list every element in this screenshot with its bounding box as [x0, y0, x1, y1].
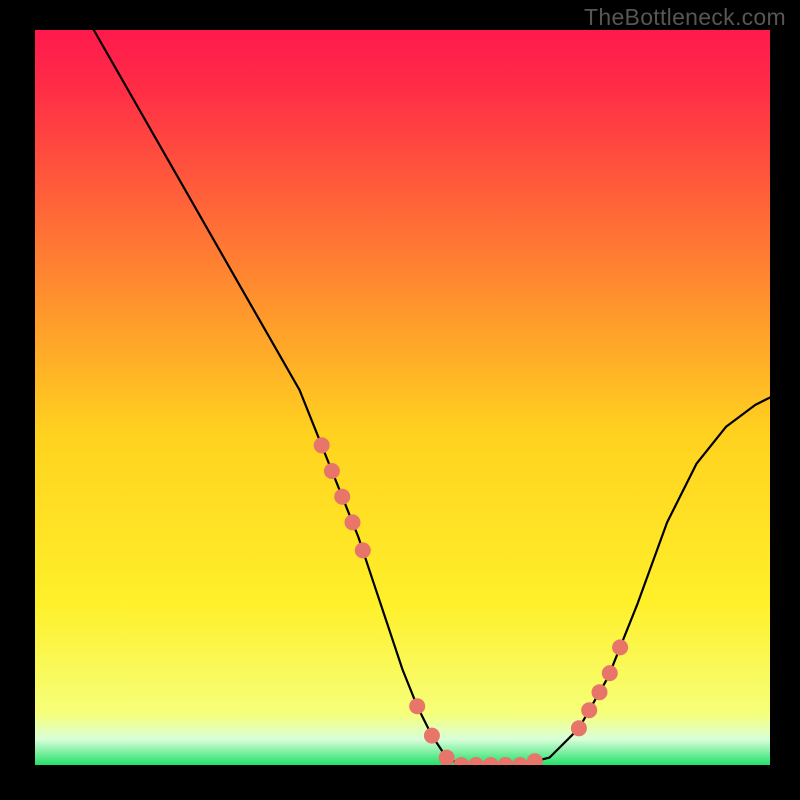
highlight-dot [612, 639, 628, 655]
highlight-dot [581, 702, 597, 718]
highlight-dot [602, 665, 618, 681]
highlight-dot [409, 698, 425, 714]
highlight-dot [439, 750, 455, 766]
watermark-label: TheBottleneck.com [584, 4, 786, 31]
highlight-dot [355, 542, 371, 558]
highlight-dot [424, 728, 440, 744]
highlight-dot [592, 684, 608, 700]
highlight-dot [334, 489, 350, 505]
chart-container: TheBottleneck.com [0, 0, 800, 800]
highlight-dot [345, 514, 361, 530]
highlight-dot [571, 720, 587, 736]
bottleneck-chart [0, 0, 800, 800]
plot-background [35, 30, 770, 765]
highlight-dot [314, 437, 330, 453]
highlight-dot [324, 463, 340, 479]
